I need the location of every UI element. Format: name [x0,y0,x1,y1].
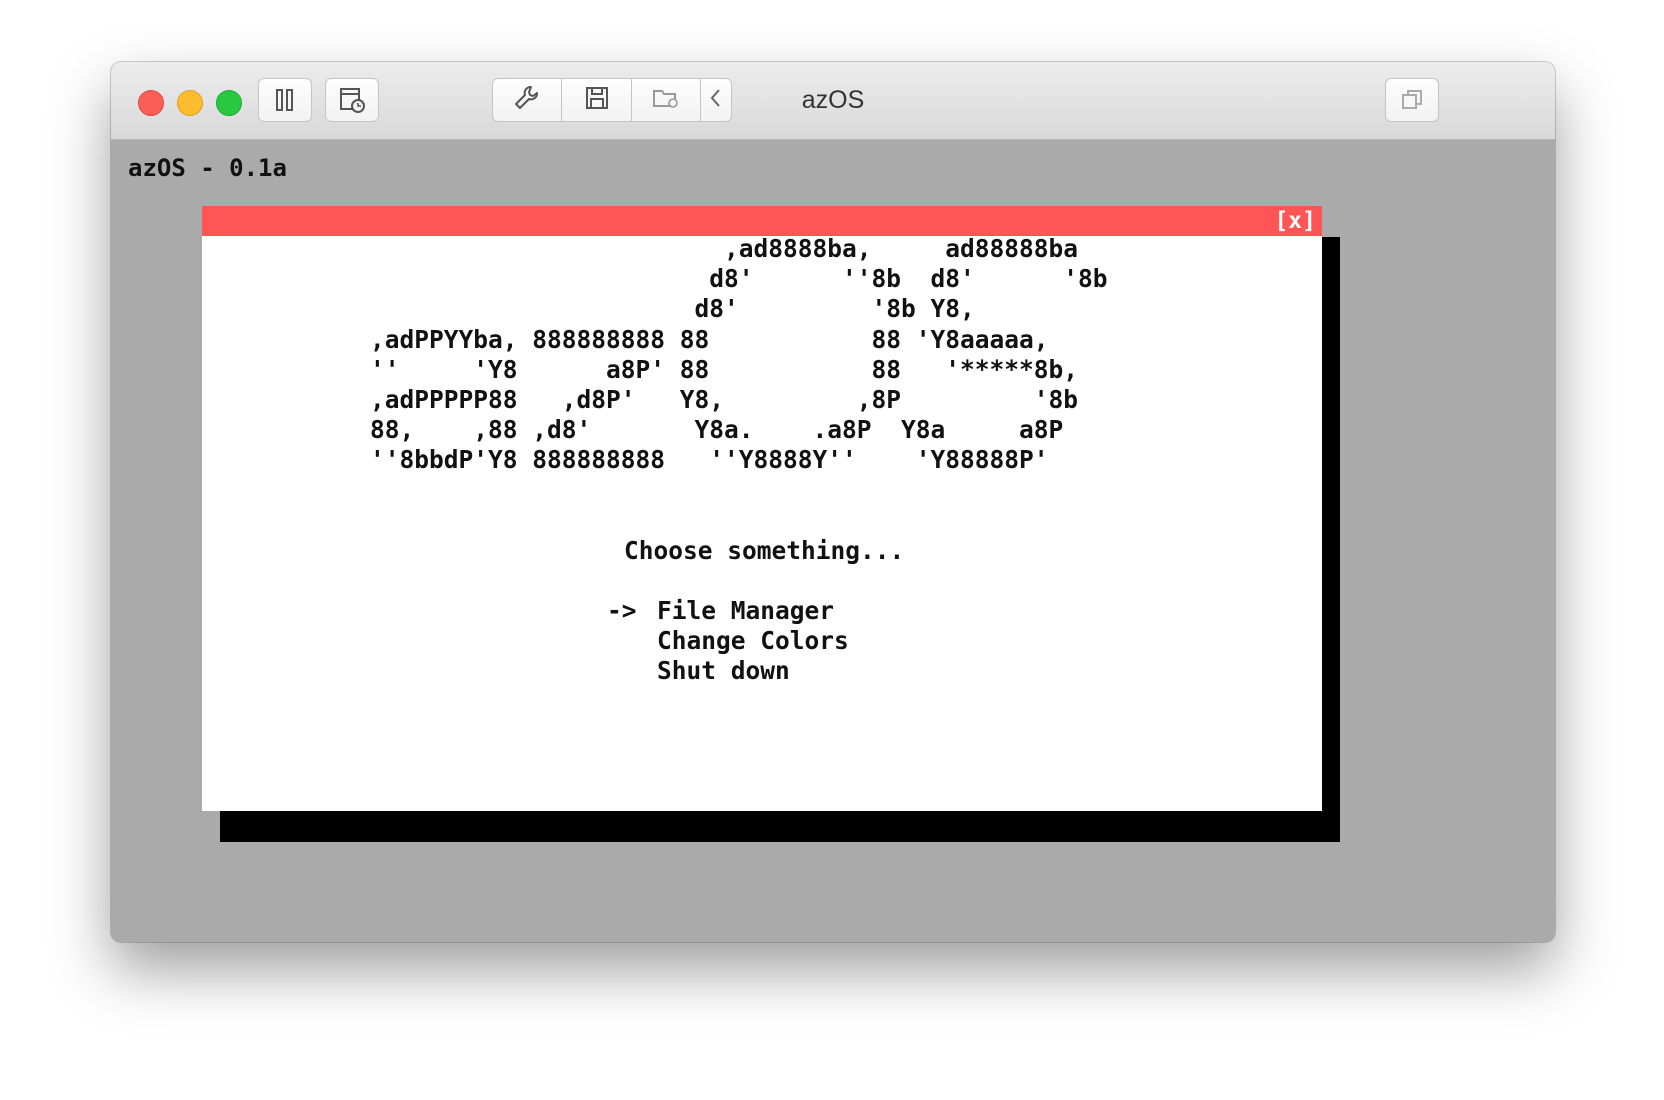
azos-ascii-logo: ,ad8888ba, ad88888ba d8' ''8b d8' '8b d8… [370,234,1108,476]
settings-button[interactable] [493,79,563,121]
duplicate-window-button[interactable] [1385,78,1439,122]
menu-item-file-manager[interactable]: -> File Manager [607,596,849,626]
os-version-label: azOS - 0.1a [128,154,287,182]
vm-window: azOS azOS - 0.1a [x] ,ad8888ba, ad88888b… [111,62,1555,942]
menu-prompt: Choose something... [624,536,905,565]
logo-line: d8' ''8b d8' '8b [370,264,1108,294]
logo-line: 88, ,88 ,d8' Y8a. .a8P Y8a a8P [370,415,1064,445]
wrench-icon [513,84,541,117]
pause-button[interactable] [258,78,312,122]
main-dialog: [x] ,ad8888ba, ad88888ba d8' ''8b d8' '8… [202,206,1322,811]
logo-line: ,adPPYYba, 888888888 88 88 'Y8aaaaa, [370,324,1049,354]
menu-cursor-arrow: -> [607,596,637,625]
snapshot-button[interactable] [325,78,379,122]
chevron-left-icon [709,86,723,115]
dialog-title-bar: [x] [202,206,1322,236]
close-window-button[interactable] [138,90,164,116]
minimize-window-button[interactable] [177,90,203,116]
dialog-close-button[interactable]: [x] [1274,207,1316,235]
logo-line: d8' '8b Y8, [370,294,975,324]
menu-item-label: Shut down [657,656,790,686]
disk-button[interactable] [562,79,632,121]
menu-item-label: Change Colors [657,626,849,656]
title-bar: azOS [111,62,1555,140]
duplicate-window-icon [1399,87,1425,113]
menu-item-change-colors[interactable]: Change Colors [607,626,849,656]
toolbar-segment [492,78,732,122]
toolbar-back-button[interactable] [701,79,731,121]
menu-item-shut-down[interactable]: Shut down [607,656,849,686]
logo-line: '' 'Y8 a8P' 88 88 '*****8b, [370,354,1079,384]
shared-folder-icon [651,85,681,116]
zoom-window-button[interactable] [216,90,242,116]
main-menu: -> File Manager Change Colors Shut down [607,596,849,687]
logo-line: ,adPPPPP88 ,d8P' Y8, ,8P '8b [370,385,1079,415]
menu-item-label: File Manager [657,596,835,625]
vm-screen[interactable]: azOS - 0.1a [x] ,ad8888ba, ad88888ba d8'… [111,140,1555,942]
logo-line: ,ad8888ba, ad88888ba [370,234,1079,263]
snapshot-icon [338,86,366,114]
pause-icon [274,88,296,112]
shared-folder-button[interactable] [632,79,702,121]
floppy-disk-icon [584,85,610,116]
logo-line: ''8bbdP'Y8 888888888 ''Y8888Y'' 'Y88888P… [370,445,1049,475]
